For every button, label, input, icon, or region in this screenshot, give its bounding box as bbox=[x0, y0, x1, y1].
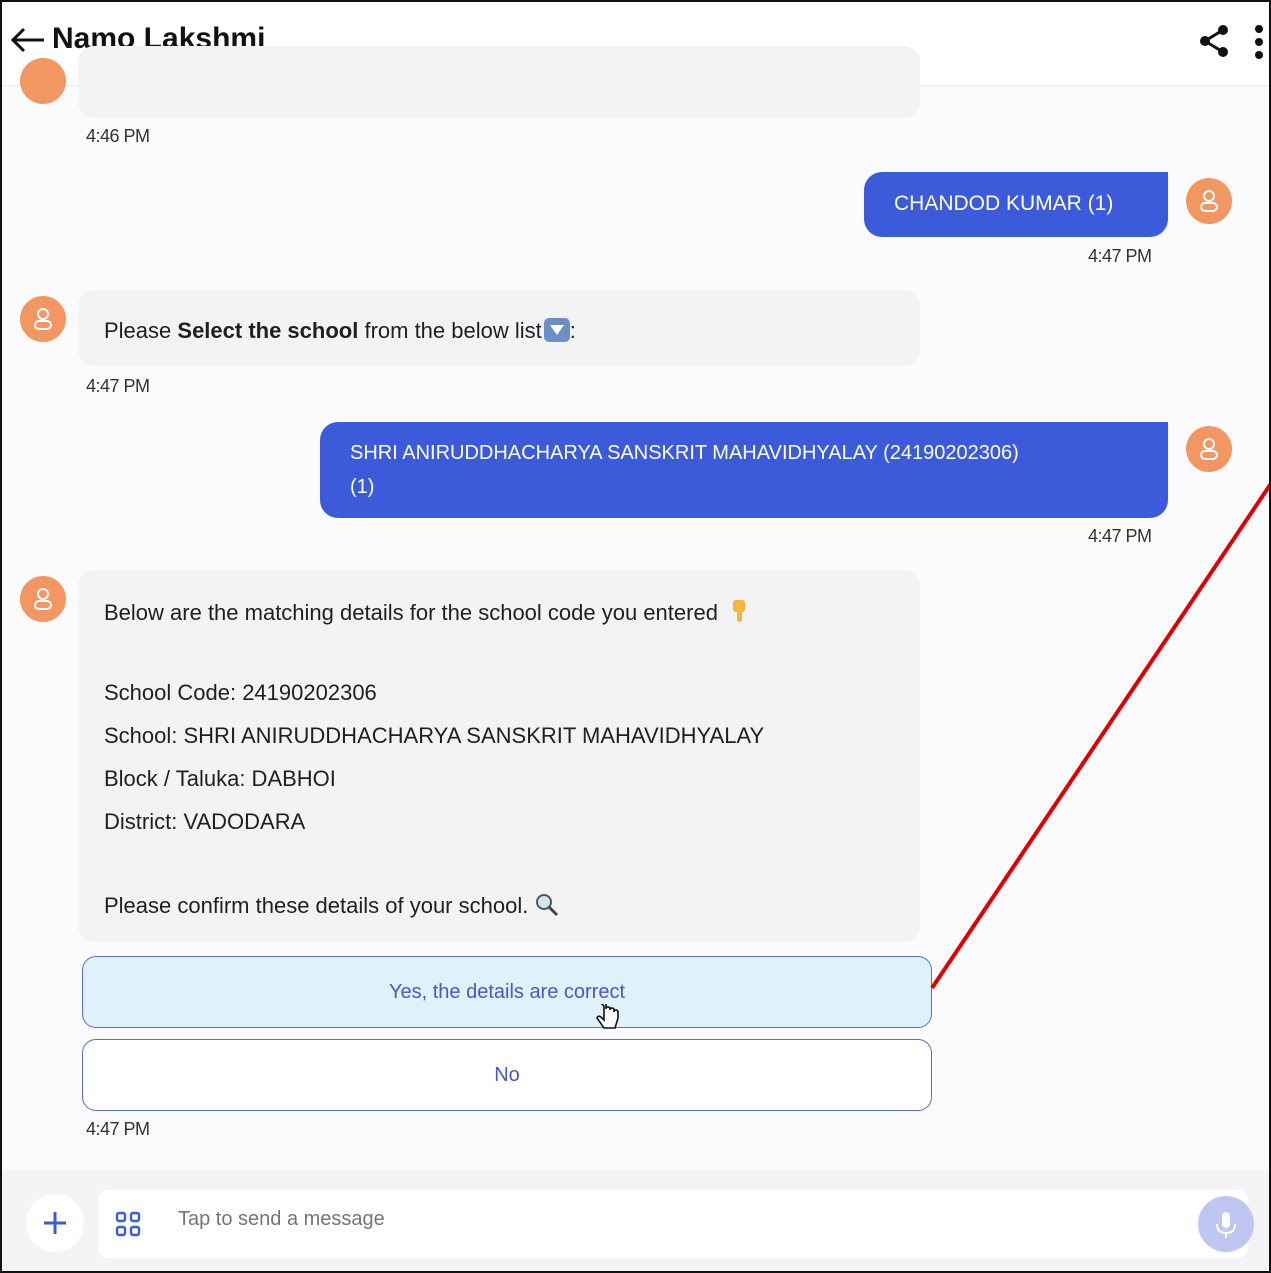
message-text-part: Please bbox=[104, 318, 178, 343]
message-text-bold: Select the school bbox=[177, 318, 359, 343]
school-code-text: School Code: 24190202306 bbox=[104, 680, 377, 705]
more-options-icon[interactable] bbox=[1252, 24, 1266, 60]
message-text-part: from the below list bbox=[358, 318, 542, 343]
user-avatar bbox=[1186, 178, 1232, 224]
message-timestamp: 4:47 PM bbox=[1088, 526, 1152, 546]
incoming-message-bubble bbox=[78, 46, 920, 118]
attach-button[interactable] bbox=[26, 1194, 84, 1252]
bot-avatar bbox=[20, 58, 66, 104]
message-input[interactable] bbox=[178, 1208, 1078, 1231]
message-timestamp: 4:47 PM bbox=[86, 1119, 150, 1139]
message-timestamp: 4:47 PM bbox=[86, 376, 150, 396]
plus-icon bbox=[44, 1212, 66, 1234]
message-text: Please Select the school from the below … bbox=[104, 318, 576, 344]
share-icon[interactable] bbox=[1198, 24, 1230, 58]
outgoing-message-bubble: CHANDOD KUMAR (1) bbox=[864, 172, 1168, 237]
apps-grid-icon[interactable] bbox=[114, 1210, 142, 1238]
chat-area: 4:46 PM CHANDOD KUMAR (1) 4:47 PM Please… bbox=[2, 46, 1269, 1158]
outgoing-message-bubble: SHRI ANIRUDDHACHARYA SANSKRIT MAHAVIDHYA… bbox=[320, 422, 1168, 518]
message-text: (1) bbox=[350, 476, 375, 498]
app-frame: Namo Lakshmi 4:46 PM CHANDOD KUMAR (1) 4… bbox=[0, 0, 1271, 1273]
message-timestamp: 4:47 PM bbox=[1088, 246, 1152, 266]
down-arrow-emoji-icon bbox=[543, 318, 570, 342]
message-text-part: Below are the matching details for the s… bbox=[104, 600, 718, 625]
block-taluka-text: Block / Taluka: DABHOI bbox=[104, 766, 336, 791]
message-timestamp: 4:46 PM bbox=[86, 126, 150, 146]
user-avatar bbox=[1186, 426, 1232, 472]
bot-icon bbox=[34, 588, 52, 610]
user-icon bbox=[1200, 190, 1218, 212]
message-text-part: : bbox=[569, 318, 576, 343]
yes-details-correct-button[interactable]: Yes, the details are correct bbox=[82, 956, 932, 1028]
voice-button[interactable] bbox=[1198, 1196, 1254, 1252]
bot-icon bbox=[34, 308, 52, 330]
user-icon bbox=[1200, 438, 1218, 460]
message-text-part: Please confirm these details of your sch… bbox=[104, 893, 529, 918]
hand-cursor-icon bbox=[596, 1004, 619, 1029]
back-arrow-icon[interactable] bbox=[8, 24, 48, 56]
magnifier-emoji-icon bbox=[534, 892, 560, 918]
pointing-down-emoji-icon bbox=[730, 598, 748, 624]
microphone-icon bbox=[1216, 1212, 1236, 1238]
bot-avatar bbox=[20, 576, 66, 622]
no-button[interactable]: No bbox=[82, 1039, 932, 1111]
message-composer bbox=[2, 1170, 1269, 1271]
district-text: District: VADODARA bbox=[104, 809, 306, 834]
incoming-message-bubble: Below are the matching details for the s… bbox=[78, 570, 920, 942]
message-text: Please confirm these details of your sch… bbox=[104, 892, 560, 919]
school-name-text: School: SHRI ANIRUDDHACHARYA SANSKRIT MA… bbox=[104, 723, 765, 748]
incoming-message-bubble: Please Select the school from the below … bbox=[78, 290, 920, 366]
bot-avatar bbox=[20, 296, 66, 342]
message-text: CHANDOD KUMAR (1) bbox=[894, 192, 1114, 215]
message-text: Below are the matching details for the s… bbox=[104, 598, 748, 626]
message-text: SHRI ANIRUDDHACHARYA SANSKRIT MAHAVIDHYA… bbox=[350, 442, 1019, 464]
